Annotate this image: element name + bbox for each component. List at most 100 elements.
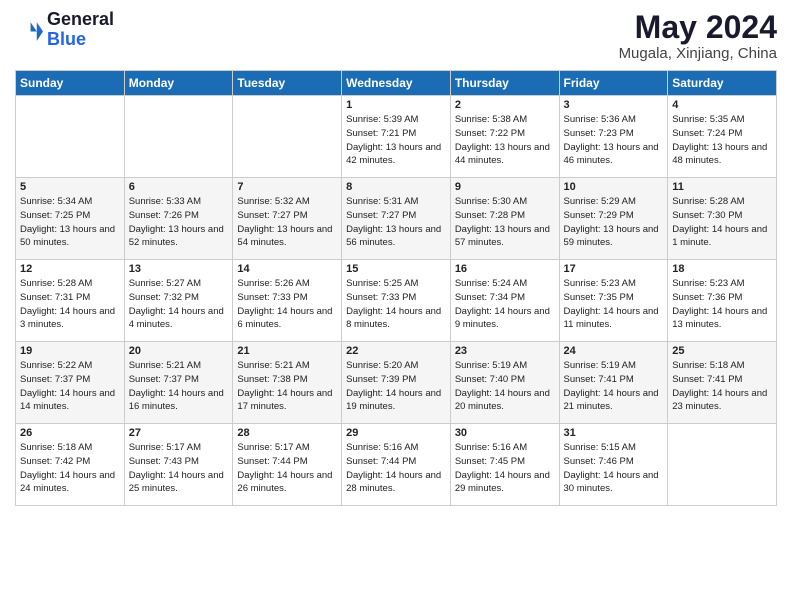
sunrise-text: Sunrise: 5:30 AM bbox=[455, 196, 527, 207]
cell-content: Sunrise: 5:15 AMSunset: 7:46 PMDaylight:… bbox=[564, 441, 664, 496]
sunset-text: Sunset: 7:40 PM bbox=[455, 374, 525, 385]
sunrise-text: Sunrise: 5:20 AM bbox=[346, 360, 418, 371]
calendar-cell bbox=[124, 96, 233, 178]
sunset-text: Sunset: 7:45 PM bbox=[455, 456, 525, 467]
calendar-cell: 27Sunrise: 5:17 AMSunset: 7:43 PMDayligh… bbox=[124, 424, 233, 506]
sunrise-text: Sunrise: 5:17 AM bbox=[237, 442, 309, 453]
day-number: 31 bbox=[564, 427, 664, 439]
day-number: 29 bbox=[346, 427, 446, 439]
sunset-text: Sunset: 7:33 PM bbox=[346, 292, 416, 303]
day-number: 30 bbox=[455, 427, 555, 439]
sunset-text: Sunset: 7:28 PM bbox=[455, 210, 525, 221]
sunrise-text: Sunrise: 5:23 AM bbox=[672, 278, 744, 289]
day-number: 8 bbox=[346, 181, 446, 193]
sunset-text: Sunset: 7:29 PM bbox=[564, 210, 634, 221]
sunset-text: Sunset: 7:24 PM bbox=[672, 128, 742, 139]
calendar-week-row: 1 Sunrise: 5:39 AM Sunset: 7:21 PM Daylight… bbox=[16, 96, 777, 178]
day-number: 19 bbox=[20, 345, 120, 357]
daylight-text: Daylight: 14 hours and 28 minutes. bbox=[346, 470, 441, 495]
sunrise-text: Sunrise: 5:27 AM bbox=[129, 278, 201, 289]
calendar-cell: 13Sunrise: 5:27 AMSunset: 7:32 PMDayligh… bbox=[124, 260, 233, 342]
day-number: 11 bbox=[672, 181, 772, 193]
sunset-text: Sunset: 7:34 PM bbox=[455, 292, 525, 303]
sunset-text: Sunset: 7:30 PM bbox=[672, 210, 742, 221]
header: General Blue May 2024 Mugala, Xinjiang, … bbox=[15, 10, 777, 62]
calendar-cell bbox=[233, 96, 342, 178]
cell-content: Sunrise: 5:17 AMSunset: 7:44 PMDaylight:… bbox=[237, 441, 337, 496]
calendar-cell bbox=[668, 424, 777, 506]
day-number: 23 bbox=[455, 345, 555, 357]
sunset-text: Sunset: 7:42 PM bbox=[20, 456, 90, 467]
sunset-text: Sunset: 7:46 PM bbox=[564, 456, 634, 467]
day-number: 1 bbox=[346, 99, 446, 111]
weekday-header-row: SundayMondayTuesdayWednesdayThursdayFrid… bbox=[16, 71, 777, 96]
daylight-text: Daylight: 14 hours and 26 minutes. bbox=[237, 470, 332, 495]
sunrise-text: Sunrise: 5:19 AM bbox=[564, 360, 636, 371]
sunset-text: Sunset: 7:39 PM bbox=[346, 374, 416, 385]
calendar-cell: 12Sunrise: 5:28 AMSunset: 7:31 PMDayligh… bbox=[16, 260, 125, 342]
day-number: 28 bbox=[237, 427, 337, 439]
day-number: 16 bbox=[455, 263, 555, 275]
day-number: 13 bbox=[129, 263, 229, 275]
calendar-cell: 17Sunrise: 5:23 AMSunset: 7:35 PMDayligh… bbox=[559, 260, 668, 342]
weekday-header: Monday bbox=[124, 71, 233, 96]
cell-content: Sunrise: 5:18 AMSunset: 7:41 PMDaylight:… bbox=[672, 359, 772, 414]
daylight-text: Daylight: 14 hours and 9 minutes. bbox=[455, 306, 550, 331]
sunrise-text: Sunrise: 5:16 AM bbox=[346, 442, 418, 453]
day-number: 24 bbox=[564, 345, 664, 357]
sunset-text: Sunset: 7:37 PM bbox=[129, 374, 199, 385]
daylight-text: Daylight: 14 hours and 29 minutes. bbox=[455, 470, 550, 495]
cell-content: Sunrise: 5:20 AMSunset: 7:39 PMDaylight:… bbox=[346, 359, 446, 414]
sunset-text: Sunset: 7:38 PM bbox=[237, 374, 307, 385]
calendar-cell: 24 Sunrise: 5:19 AM Sunset: 7:41 PM Dayligh… bbox=[559, 342, 668, 424]
sunset-text: Sunset: 7:35 PM bbox=[564, 292, 634, 303]
sunrise-text: Sunrise: 5:31 AM bbox=[346, 196, 418, 207]
cell-content: Sunrise: 5:24 AMSunset: 7:34 PMDaylight:… bbox=[455, 277, 555, 332]
sunset-text: Sunset: 7:21 PM bbox=[346, 128, 416, 139]
daylight-text: Daylight: 13 hours and 44 minutes. bbox=[455, 142, 550, 167]
cell-content: Sunrise: 5:29 AMSunset: 7:29 PMDaylight:… bbox=[564, 195, 664, 250]
day-number: 25 bbox=[672, 345, 772, 357]
day-number: 18 bbox=[672, 263, 772, 275]
sunrise-text: Sunrise: 5:16 AM bbox=[455, 442, 527, 453]
daylight-text: Daylight: 13 hours and 42 minutes. bbox=[346, 142, 441, 167]
calendar-cell bbox=[16, 96, 125, 178]
cell-content: Sunrise: 5:30 AMSunset: 7:28 PMDaylight:… bbox=[455, 195, 555, 250]
sunset-text: Sunset: 7:27 PM bbox=[346, 210, 416, 221]
calendar-cell: 15Sunrise: 5:25 AMSunset: 7:33 PMDayligh… bbox=[342, 260, 451, 342]
sunrise-text: Sunrise: 5:26 AM bbox=[237, 278, 309, 289]
daylight-text: Daylight: 13 hours and 56 minutes. bbox=[346, 224, 441, 249]
cell-content: Sunrise: 5:28 AMSunset: 7:31 PMDaylight:… bbox=[20, 277, 120, 332]
calendar-cell: 21Sunrise: 5:21 AMSunset: 7:38 PMDayligh… bbox=[233, 342, 342, 424]
sunrise-text: Sunrise: 5:28 AM bbox=[672, 196, 744, 207]
calendar-cell: 9Sunrise: 5:30 AMSunset: 7:28 PMDaylight… bbox=[450, 178, 559, 260]
calendar-cell: 31 Sunrise: 5:15 AMSunset: 7:46 PMDayligh… bbox=[559, 424, 668, 506]
sunset-text: Sunset: 7:37 PM bbox=[20, 374, 90, 385]
daylight-text: Daylight: 13 hours and 52 minutes. bbox=[129, 224, 224, 249]
daylight-text: Daylight: 14 hours and 21 minutes. bbox=[564, 388, 659, 413]
cell-content: Sunrise: 5:32 AMSunset: 7:27 PMDaylight:… bbox=[237, 195, 337, 250]
daylight-text: Daylight: 14 hours and 8 minutes. bbox=[346, 306, 441, 331]
calendar-cell: 5Sunrise: 5:34 AMSunset: 7:25 PMDaylight… bbox=[16, 178, 125, 260]
weekday-header: Wednesday bbox=[342, 71, 451, 96]
sunset-text: Sunset: 7:43 PM bbox=[129, 456, 199, 467]
weekday-header: Saturday bbox=[668, 71, 777, 96]
day-number: 20 bbox=[129, 345, 229, 357]
sunset-text: Sunset: 7:23 PM bbox=[564, 128, 634, 139]
daylight-text: Daylight: 14 hours and 14 minutes. bbox=[20, 388, 115, 413]
calendar-week-row: 5Sunrise: 5:34 AMSunset: 7:25 PMDaylight… bbox=[16, 178, 777, 260]
sunrise-text: Sunrise: 5:39 AM bbox=[346, 114, 418, 125]
weekday-header: Friday bbox=[559, 71, 668, 96]
daylight-text: Daylight: 14 hours and 1 minute. bbox=[672, 224, 767, 249]
sunrise-text: Sunrise: 5:25 AM bbox=[346, 278, 418, 289]
cell-content: Sunrise: 5:28 AM Sunset: 7:30 PM Daylight:… bbox=[672, 195, 772, 250]
sunset-text: Sunset: 7:41 PM bbox=[564, 374, 634, 385]
calendar-cell: 19Sunrise: 5:22 AMSunset: 7:37 PMDayligh… bbox=[16, 342, 125, 424]
sunrise-text: Sunrise: 5:33 AM bbox=[129, 196, 201, 207]
calendar-cell: 11 Sunrise: 5:28 AM Sunset: 7:30 PM Dayligh… bbox=[668, 178, 777, 260]
day-number: 14 bbox=[237, 263, 337, 275]
calendar-cell: 28 Sunrise: 5:17 AMSunset: 7:44 PMDayligh… bbox=[233, 424, 342, 506]
cell-content: Sunrise: 5:25 AM Sunset: 7:33 PM Daylight:… bbox=[346, 277, 446, 332]
sunrise-text: Sunrise: 5:32 AM bbox=[237, 196, 309, 207]
location: Mugala, Xinjiang, China bbox=[619, 45, 777, 62]
